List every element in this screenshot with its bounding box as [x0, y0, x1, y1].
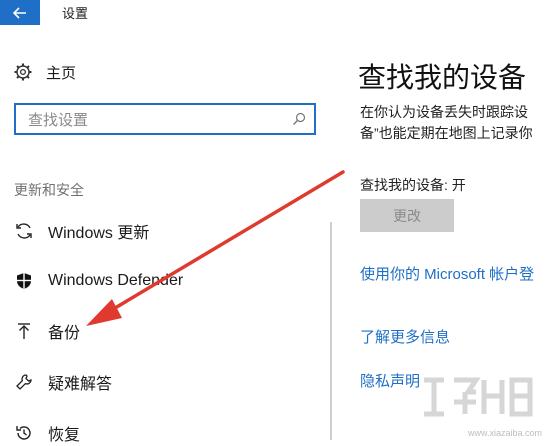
site-logo-icon	[424, 377, 533, 417]
watermark-url: www.xiazaiba.com	[467, 428, 542, 438]
watermark: www.xiazaiba.com	[418, 372, 546, 440]
